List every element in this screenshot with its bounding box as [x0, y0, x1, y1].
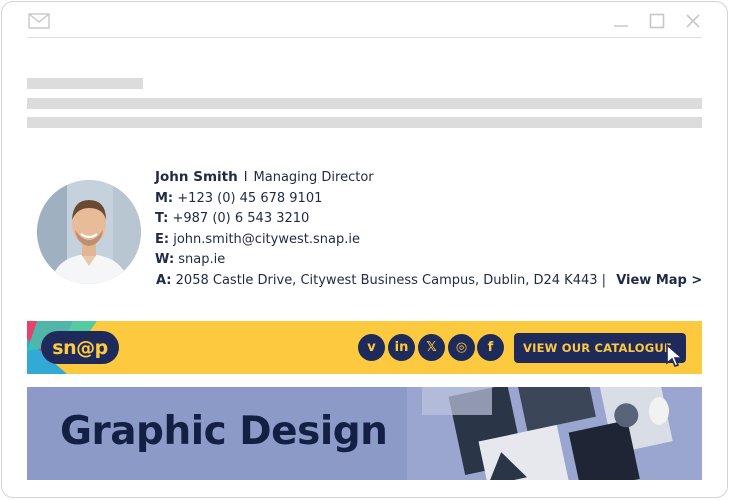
mobile-row: M: +123 (0) 45 678 9101 [155, 189, 702, 210]
view-map-link[interactable]: View Map > [616, 273, 702, 288]
tel-number[interactable]: +987 (0) 6 543 3210 [173, 211, 310, 226]
linkedin-icon[interactable]: in [388, 334, 415, 361]
avatar [37, 180, 141, 284]
email-link[interactable]: john.smith@citywest.snap.ie [173, 232, 360, 247]
mobile-number[interactable]: +123 (0) 45 678 9101 [177, 191, 322, 206]
signature-name: John Smith [155, 169, 238, 185]
title-bar [2, 2, 727, 38]
web-link[interactable]: snap.ie [178, 252, 225, 267]
vimeo-icon[interactable]: v [358, 334, 385, 361]
placeholder-line [27, 78, 143, 89]
facebook-icon[interactable]: f [477, 334, 504, 361]
signature-block: John Smith I Managing Director M: +123 (0)… [155, 167, 702, 291]
web-row: W: snap.ie [155, 250, 702, 271]
address-text: 2058 Castle Drive, Citywest Business Cam… [175, 272, 598, 288]
tel-row: T: +987 (0) 6 543 3210 [155, 209, 702, 230]
email-row: E: john.smith@citywest.snap.ie [155, 230, 702, 251]
email-window: John Smith I Managing Director M: +123 (0)… [1, 1, 728, 498]
pointer-cursor-icon [666, 343, 685, 367]
tel-label: T: [155, 211, 169, 226]
minimize-icon[interactable] [612, 12, 630, 30]
placeholder-line [27, 117, 702, 128]
signature-title: Managing Director [253, 170, 374, 185]
name-separator: I [243, 170, 248, 185]
address-row: A: 2058 Castle Drive, Citywest Business … [156, 271, 702, 292]
signature-name-row: John Smith I Managing Director [155, 167, 702, 189]
email-label: E: [155, 231, 170, 247]
instagram-icon[interactable]: ◎ [448, 334, 475, 361]
mail-icon [28, 13, 50, 29]
view-catalogue-button[interactable]: VIEW OUR CATALOGUE [514, 333, 686, 363]
mobile-label: M: [155, 190, 174, 206]
x-icon[interactable]: 𝕏 [418, 334, 445, 361]
maximize-icon[interactable] [648, 12, 666, 30]
graphic-design-headline: Graphic Design [60, 409, 388, 454]
address-separator: | [601, 272, 607, 288]
close-icon[interactable] [684, 12, 702, 30]
snap-logo[interactable]: sn@p [41, 331, 119, 364]
brand-banner[interactable]: sn@p v in 𝕏 ◎ f VIEW OUR CATALOGUE [27, 321, 702, 374]
placeholder-line [27, 98, 702, 109]
address-label: A: [156, 272, 172, 288]
web-label: W: [155, 252, 175, 267]
title-divider [27, 37, 702, 38]
graphic-design-banner[interactable]: Graphic Design [27, 387, 702, 480]
